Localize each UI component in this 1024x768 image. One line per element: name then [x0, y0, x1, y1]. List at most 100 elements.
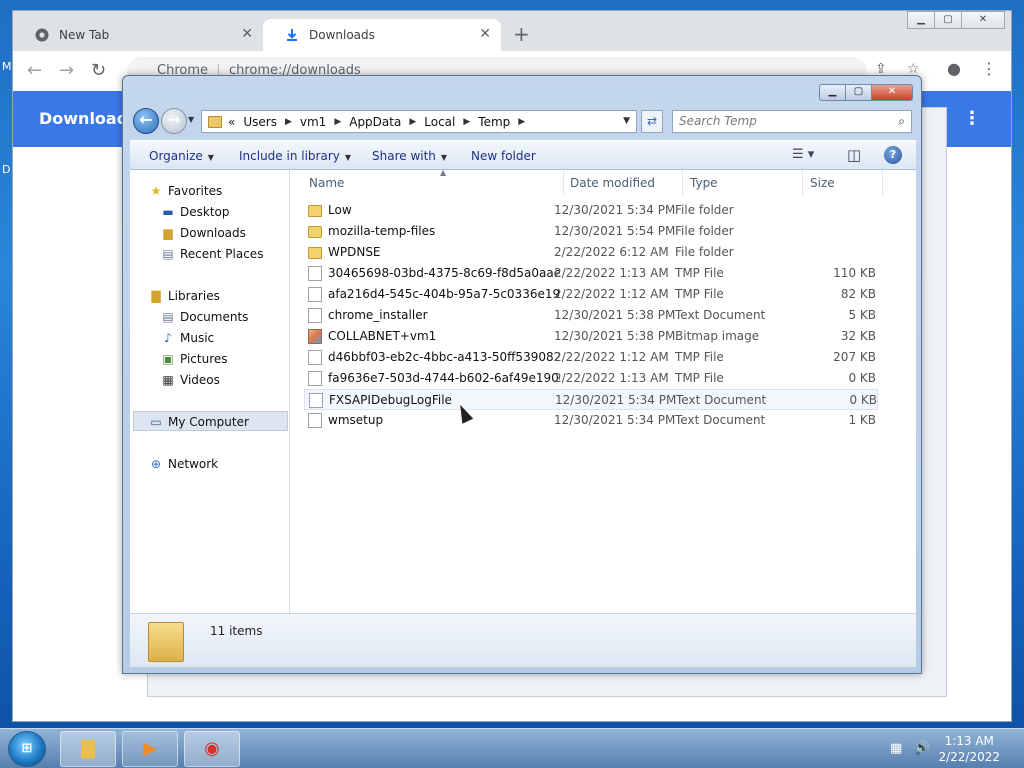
- close-icon[interactable]: ✕: [241, 26, 253, 42]
- tab-downloads[interactable]: Downloads ✕: [263, 19, 501, 51]
- column-header-date[interactable]: Date modified: [563, 170, 683, 196]
- close-button[interactable]: ✕: [961, 11, 1005, 29]
- breadcrumb-vm1[interactable]: vm1: [300, 115, 326, 129]
- search-box[interactable]: ⌕: [672, 110, 912, 133]
- column-header-name[interactable]: Name ▲: [302, 168, 564, 196]
- preview-pane-icon[interactable]: ◫: [847, 146, 861, 164]
- file-name: afa216d4-545c-404b-95a7-5c0336e19b43....: [328, 287, 560, 301]
- search-icon[interactable]: ⌕: [898, 114, 905, 129]
- breadcrumb-overflow[interactable]: «: [228, 115, 235, 129]
- maximize-button[interactable]: ▢: [845, 84, 872, 101]
- volume-icon[interactable]: 🔊: [914, 741, 930, 756]
- file-type: TMP File: [675, 266, 724, 280]
- search-input[interactable]: [679, 114, 879, 128]
- start-button[interactable]: ⊞: [8, 731, 46, 767]
- refresh-icon[interactable]: ⇄: [641, 110, 663, 133]
- chevron-right-icon[interactable]: ▶: [334, 117, 341, 127]
- file-row[interactable]: FXSAPIDebugLogFile 12/30/2021 5:34 PM Text…: [304, 389, 878, 410]
- taskbar: ⊞ ▇ ▶ ◉ ▦ 🔊 1:13 AM 2/22/2022: [0, 728, 1024, 768]
- item-count: 11 items: [210, 624, 263, 638]
- breadcrumb-users[interactable]: Users: [243, 115, 277, 129]
- maximize-button[interactable]: ▢: [934, 11, 962, 29]
- minimize-button[interactable]: ▁: [819, 84, 846, 101]
- file-date: 12/30/2021 5:54 PM: [554, 224, 676, 238]
- organize-button[interactable]: Organize ▼: [149, 149, 214, 163]
- chevron-right-icon[interactable]: ▶: [463, 117, 470, 127]
- bitmap-icon: [308, 329, 322, 344]
- close-icon[interactable]: ✕: [479, 26, 491, 42]
- nav-favorites[interactable]: ★ Favorites: [148, 181, 223, 201]
- new-folder-button[interactable]: New folder: [471, 149, 536, 163]
- file-type: File folder: [675, 203, 734, 217]
- nav-recent-places[interactable]: ▤ Recent Places: [160, 244, 263, 264]
- view-options-icon[interactable]: ☰ ▾: [792, 147, 814, 162]
- include-in-library-label: Include in library: [239, 149, 340, 163]
- clock-time: 1:13 AM: [944, 734, 994, 748]
- file-date: 2/22/2022 6:12 AM: [554, 245, 669, 259]
- nav-downloads[interactable]: ▆ Downloads: [160, 223, 246, 243]
- file-row[interactable]: COLLABNET+vm1 12/30/2021 5:38 PM Bitmap im…: [304, 326, 878, 347]
- forward-arrow-icon[interactable]: →: [161, 108, 187, 134]
- chrome-window-buttons: ▁ ▢ ✕: [907, 11, 1005, 29]
- back-arrow-icon[interactable]: ←: [27, 61, 42, 81]
- new-tab-button[interactable]: +: [513, 24, 530, 44]
- file-size: 0 KB: [849, 393, 877, 407]
- column-header-size[interactable]: Size: [803, 170, 883, 196]
- nav-my-computer[interactable]: ▭ My Computer: [133, 411, 288, 431]
- file-row[interactable]: Low 12/30/2021 5:34 PM File folder: [304, 200, 878, 221]
- breadcrumb-appdata[interactable]: AppData: [349, 115, 401, 129]
- profile-icon[interactable]: ●: [947, 59, 961, 78]
- file-row[interactable]: 30465698-03bd-4375-8c69-f8d5a0aaed87....…: [304, 263, 878, 284]
- include-in-library-button[interactable]: Include in library ▼: [239, 149, 351, 163]
- file-row[interactable]: WPDNSE 2/22/2022 6:12 AM File folder: [304, 242, 878, 263]
- file-row[interactable]: wmsetup 12/30/2021 5:34 PM Text Document 1 …: [304, 410, 878, 431]
- downloads-menu-icon[interactable]: ⋮: [963, 108, 981, 129]
- nav-network[interactable]: ⊕ Network: [148, 454, 218, 474]
- tab-new-tab[interactable]: New Tab ✕: [13, 19, 263, 51]
- chrome-tabstrip: New Tab ✕ Downloads ✕ + ▁ ▢ ✕: [13, 11, 1011, 51]
- nav-music[interactable]: ♪ Music: [160, 328, 214, 348]
- chevron-down-icon: ▼: [207, 153, 214, 162]
- column-header-type[interactable]: Type: [683, 170, 803, 196]
- reload-icon[interactable]: ↻: [91, 61, 106, 81]
- chrome-icon: [35, 28, 49, 42]
- share-with-button[interactable]: Share with ▼: [372, 149, 447, 163]
- back-arrow-icon[interactable]: ←: [133, 108, 159, 134]
- close-button[interactable]: ✕: [871, 84, 913, 101]
- nav-videos[interactable]: ▦ Videos: [160, 370, 220, 390]
- file-row[interactable]: chrome_installer 12/30/2021 5:38 PM Text D…: [304, 305, 878, 326]
- chevron-right-icon[interactable]: ▶: [409, 117, 416, 127]
- help-icon[interactable]: ?: [884, 146, 902, 164]
- media-player-taskbar-button[interactable]: ▶: [122, 731, 178, 767]
- nav-documents[interactable]: ▤ Documents: [160, 307, 248, 327]
- menu-icon[interactable]: ⋮: [981, 59, 997, 78]
- network-tray-icon[interactable]: ▦: [890, 741, 902, 756]
- minimize-button[interactable]: ▁: [907, 11, 935, 29]
- breadcrumb-temp[interactable]: Temp: [478, 115, 510, 129]
- nav-label: Pictures: [180, 352, 228, 366]
- nav-desktop[interactable]: ▬ Desktop: [160, 202, 229, 222]
- file-name: fa9636e7-503d-4744-b602-6af49e190e8e.t..…: [328, 371, 560, 385]
- explorer-taskbar-button[interactable]: ▇: [60, 731, 116, 767]
- folder-icon: [148, 622, 184, 662]
- clock[interactable]: 1:13 AM 2/22/2022: [938, 733, 1000, 765]
- chevron-right-icon[interactable]: ▶: [285, 117, 292, 127]
- recent-pages-dropdown-icon[interactable]: ▼: [188, 115, 194, 124]
- nav-label: Recent Places: [180, 247, 264, 261]
- file-row[interactable]: afa216d4-545c-404b-95a7-5c0336e19b43....…: [304, 284, 878, 305]
- chevron-right-icon[interactable]: ▶: [518, 117, 525, 127]
- file-row[interactable]: fa9636e7-503d-4744-b602-6af49e190e8e.t..…: [304, 368, 878, 389]
- nav-label: My Computer: [168, 415, 249, 429]
- tab-label: Downloads: [309, 28, 375, 42]
- file-row[interactable]: d46bbf03-eb2c-4bbc-a413-50ff5390820c....…: [304, 347, 878, 368]
- address-bar[interactable]: « Users ▶ vm1 ▶ AppData ▶ Local ▶ Temp ▶…: [201, 110, 637, 133]
- nav-libraries[interactable]: ▇ Libraries: [148, 286, 219, 306]
- breadcrumb-local[interactable]: Local: [424, 115, 455, 129]
- file-size: 32 KB: [840, 329, 876, 343]
- file-type: Text Document: [676, 393, 767, 407]
- chevron-down-icon[interactable]: ▼: [623, 116, 630, 126]
- forward-arrow-icon[interactable]: →: [59, 61, 74, 81]
- file-row[interactable]: mozilla-temp-files 12/30/2021 5:54 PM File…: [304, 221, 878, 242]
- chrome-taskbar-button[interactable]: ◉: [184, 731, 240, 767]
- nav-pictures[interactable]: ▣ Pictures: [160, 349, 228, 369]
